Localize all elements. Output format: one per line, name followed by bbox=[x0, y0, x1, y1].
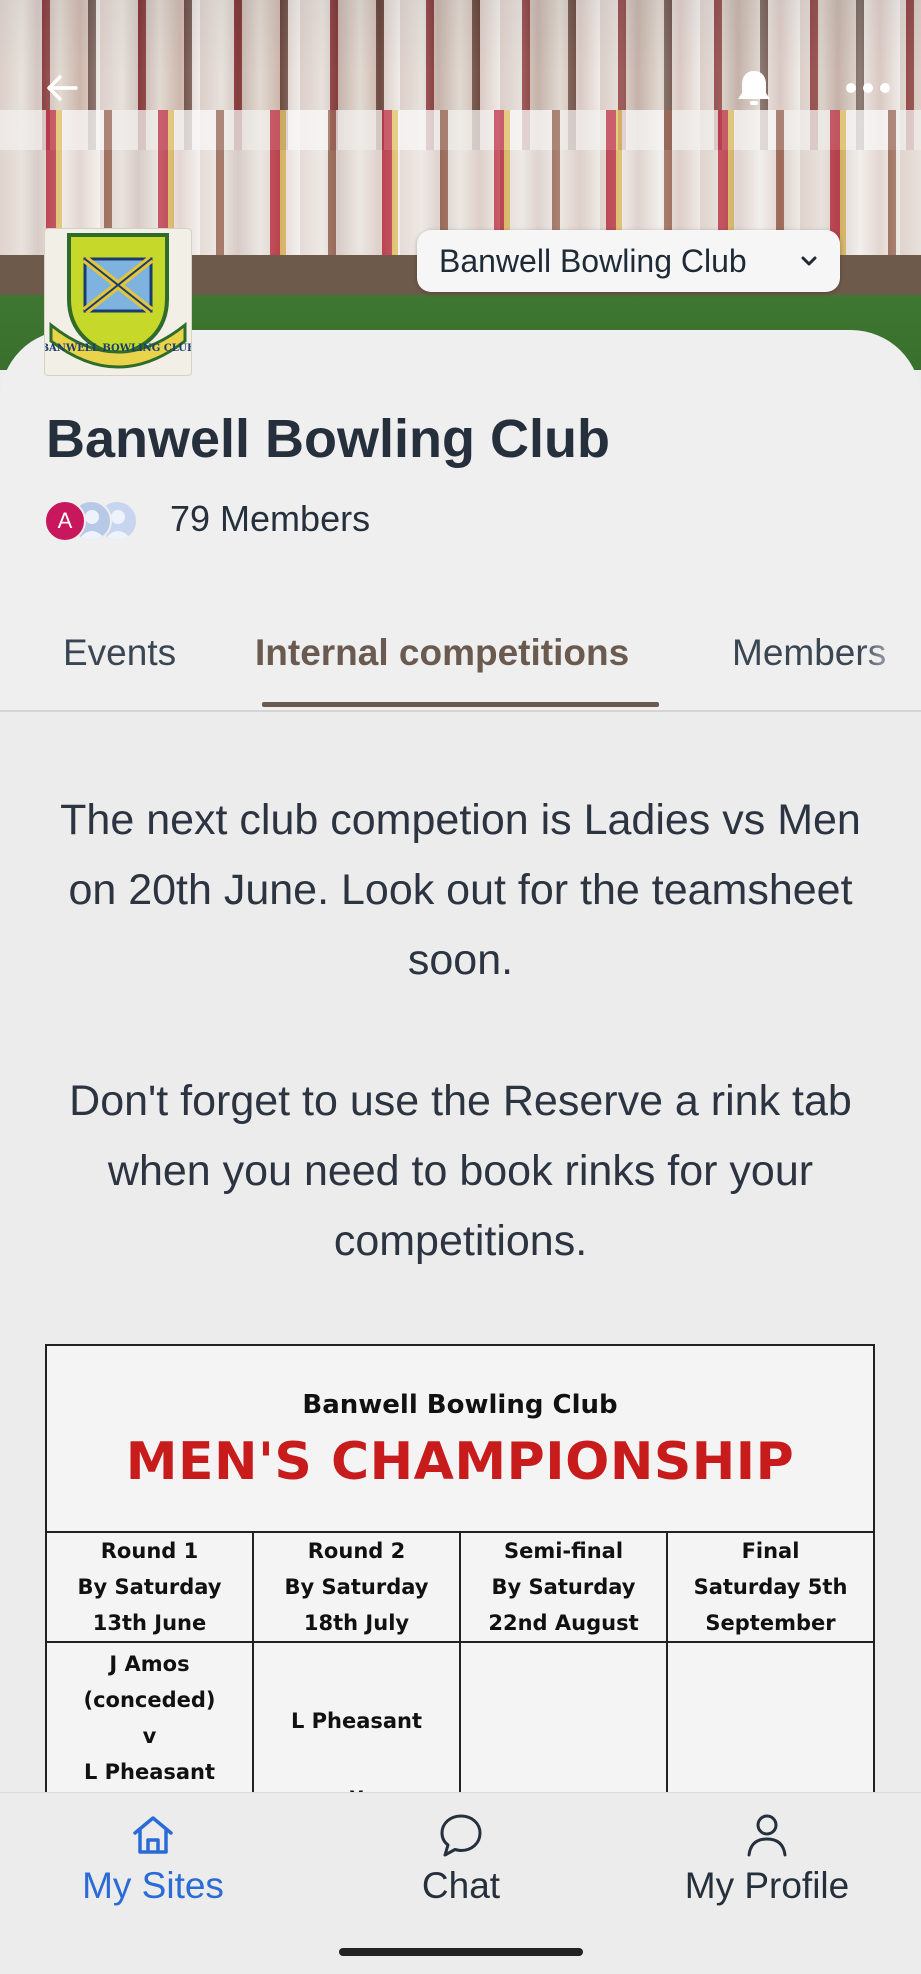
round1-match-cell: J Amos (conceded) v L Pheasant bbox=[45, 1641, 254, 1792]
round-header: Round 1 By Saturday 13th June bbox=[45, 1531, 254, 1643]
tab-content[interactable]: The next club competion is Ladies vs Men… bbox=[0, 712, 921, 1792]
tab-scroll-fade bbox=[860, 620, 921, 708]
versus-label: v bbox=[142, 1724, 157, 1748]
player-name: L Pheasant bbox=[290, 1709, 423, 1733]
header-line: Semi-final bbox=[503, 1539, 624, 1563]
more-options-button[interactable] bbox=[838, 58, 898, 118]
back-button[interactable] bbox=[32, 58, 92, 118]
avatar: A bbox=[44, 500, 86, 542]
header-line: Round 1 bbox=[100, 1539, 199, 1563]
tab-events[interactable]: Events bbox=[63, 632, 176, 674]
notifications-button[interactable] bbox=[724, 58, 784, 118]
members-count[interactable]: 79 Members bbox=[170, 498, 370, 540]
reserve-rink-reminder: Don't forget to use the Reserve a rink t… bbox=[69, 1077, 852, 1265]
active-tab-indicator bbox=[262, 702, 659, 707]
page-title: Banwell Bowling Club bbox=[46, 409, 610, 469]
home-indicator[interactable] bbox=[339, 1948, 583, 1956]
club-selector-label: Banwell Bowling Club bbox=[439, 242, 747, 279]
nav-label: Chat bbox=[421, 1865, 501, 1906]
bell-icon bbox=[738, 71, 770, 105]
sheet-title: MEN'S CHAMPIONSHIP bbox=[125, 1432, 795, 1492]
header-line: By Saturday bbox=[491, 1575, 636, 1599]
member-avatars[interactable]: A bbox=[44, 500, 156, 544]
round-header: Round 2 By Saturday 18th July bbox=[252, 1531, 461, 1643]
header-line: Saturday 5th bbox=[693, 1575, 848, 1599]
nav-chat[interactable]: Chat bbox=[341, 1811, 581, 1921]
header-line: Final bbox=[741, 1539, 800, 1563]
header-line: 22nd August bbox=[488, 1611, 639, 1635]
final-cell bbox=[666, 1641, 875, 1792]
sheet-club-name: Banwell Bowling Club bbox=[302, 1390, 618, 1420]
tab-internal-competitions[interactable]: Internal competitions bbox=[255, 632, 629, 674]
chat-bubble-icon bbox=[440, 1814, 482, 1857]
arrow-left-icon bbox=[47, 75, 78, 101]
club-logo: BANWELL BOWLING CLUB bbox=[41, 228, 195, 376]
chevron-down-icon bbox=[801, 256, 817, 266]
club-selector-dropdown[interactable]: Banwell Bowling Club bbox=[417, 230, 840, 292]
semi-final-cell bbox=[459, 1641, 668, 1792]
club-logo-text: BANWELL BOWLING CLUB bbox=[45, 343, 191, 354]
nav-label: My Sites bbox=[82, 1865, 224, 1906]
header-line: September bbox=[705, 1611, 836, 1635]
person-icon bbox=[747, 1814, 787, 1857]
player-name: J Amos bbox=[109, 1652, 190, 1676]
more-horizontal-icon bbox=[846, 83, 890, 93]
header-line: 18th July bbox=[303, 1611, 410, 1635]
tab-bar: Events Internal competitions Members bbox=[0, 620, 921, 712]
championship-sheet-image[interactable]: Banwell Bowling Club MEN'S CHAMPIONSHIP … bbox=[45, 1344, 875, 1792]
header-line: By Saturday bbox=[284, 1575, 429, 1599]
player-name: L Pheasant bbox=[83, 1760, 216, 1784]
competition-announcement: The next club competion is Ladies vs Men… bbox=[60, 796, 861, 984]
club-crest-icon: BANWELL BOWLING CLUB bbox=[41, 233, 195, 369]
header-line: By Saturday bbox=[77, 1575, 222, 1599]
round-header: Final Saturday 5th September bbox=[666, 1531, 875, 1643]
header-line: 13th June bbox=[92, 1611, 207, 1635]
round-header: Semi-final By Saturday 22nd August bbox=[459, 1531, 668, 1643]
championship-table: Round 1 By Saturday 13th June Round 2 By… bbox=[45, 1531, 875, 1792]
versus-label: v bbox=[254, 1777, 459, 1792]
round2-match-cell: L Pheasant v bbox=[252, 1641, 461, 1792]
home-icon bbox=[133, 1816, 173, 1854]
nav-label: My Profile bbox=[684, 1865, 850, 1906]
header-line: Round 2 bbox=[307, 1539, 406, 1563]
nav-my-profile[interactable]: My Profile bbox=[647, 1811, 887, 1921]
bottom-navigation: My Sites Chat My Profile bbox=[0, 1792, 921, 1974]
nav-my-sites[interactable]: My Sites bbox=[33, 1811, 273, 1921]
match-note: (conceded) bbox=[83, 1688, 216, 1712]
